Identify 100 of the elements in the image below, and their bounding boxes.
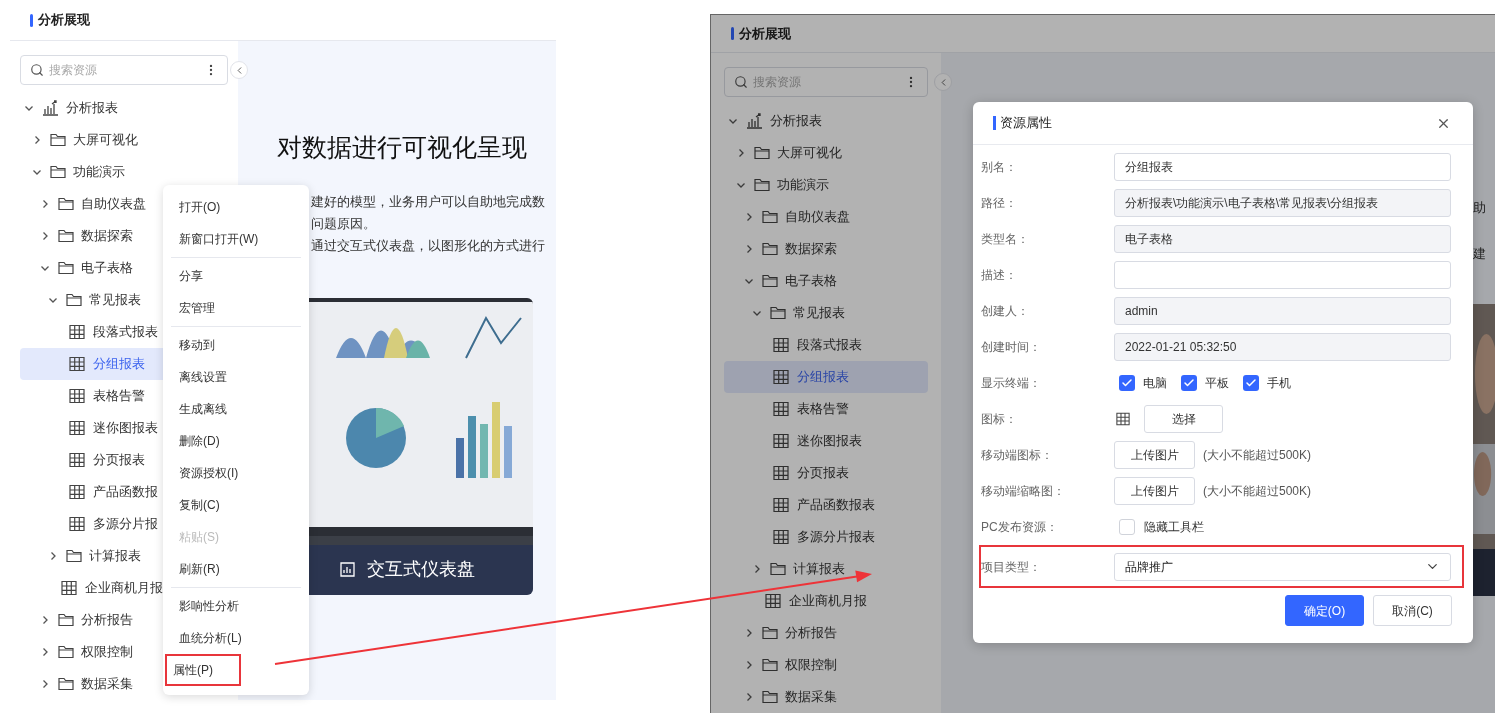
folder-icon [762, 274, 778, 288]
chevron-icon[interactable] [32, 135, 42, 145]
menu-item[interactable]: 血统分析(L) [171, 622, 301, 654]
tree-item[interactable]: 企业商机月报 [724, 585, 928, 617]
folder-icon [58, 677, 74, 691]
folder-icon [58, 645, 74, 659]
table-icon [69, 452, 85, 468]
folder-icon [762, 242, 778, 256]
chevron-icon[interactable] [32, 167, 42, 177]
chevron-icon[interactable] [40, 231, 50, 241]
upload-button[interactable]: 上传图片 [1114, 477, 1195, 505]
menu-item[interactable]: 属性(P) [165, 654, 241, 686]
table-icon [69, 484, 85, 500]
table-icon [773, 401, 789, 417]
checkbox[interactable] [1119, 519, 1135, 535]
tree-item[interactable]: 分析报告 [724, 617, 928, 649]
chevron-icon[interactable] [744, 692, 754, 702]
tree-item[interactable]: 权限控制 [724, 649, 928, 681]
dialog-button[interactable]: 取消(C) [1373, 595, 1452, 626]
tree-item[interactable]: 分析报表 [20, 92, 228, 124]
tree-item[interactable]: 大屏可视化 [724, 137, 928, 169]
chevron-icon[interactable] [40, 263, 50, 273]
chevron-icon[interactable] [744, 276, 754, 286]
size-hint: (大小不能超过500K) [1203, 483, 1312, 500]
menu-item[interactable]: 分享 [171, 260, 301, 292]
tree-item[interactable]: 迷你图报表 [724, 425, 928, 457]
table-icon [765, 593, 781, 609]
table-icon [69, 420, 85, 436]
select-field[interactable]: 品牌推广 [1114, 552, 1451, 581]
folder-icon [762, 658, 778, 672]
chevron-icon[interactable] [744, 212, 754, 222]
tree-item[interactable]: 计算报表 [724, 553, 928, 585]
table-icon [773, 337, 789, 353]
chevron-icon[interactable] [40, 647, 50, 657]
tree-item[interactable]: 自助仪表盘 [724, 201, 928, 233]
tree-item[interactable]: 功能演示 [20, 156, 228, 188]
field-label: 创建时间： [981, 339, 1042, 356]
field-label: 别名： [981, 159, 1018, 176]
tree-item[interactable]: 分页报表 [724, 457, 928, 489]
chart-icon [340, 562, 355, 577]
card-caption: 交互式仪表盘 [367, 558, 475, 581]
search-icon [30, 63, 44, 77]
folder-icon [66, 549, 82, 563]
chevron-icon[interactable] [736, 148, 746, 158]
chevron-icon[interactable] [744, 660, 754, 670]
chevron-icon[interactable] [752, 308, 762, 318]
upload-button[interactable]: 上传图片 [1114, 441, 1195, 469]
folder-icon [58, 613, 74, 627]
tree-item[interactable]: 分析报表 [724, 105, 928, 137]
table-icon [61, 580, 77, 596]
search-icon [734, 75, 748, 89]
size-hint: (大小不能超过500K) [1203, 447, 1312, 464]
checkbox[interactable] [1243, 375, 1259, 391]
tree-item[interactable]: 大屏可视化 [20, 124, 228, 156]
chevron-icon[interactable] [744, 244, 754, 254]
accent-bar [993, 116, 996, 130]
check-icon [1183, 377, 1195, 389]
field-label: 图标： [981, 411, 1018, 428]
tree-item[interactable]: 多源分片报表 [724, 521, 928, 553]
tree-item[interactable]: 数据探索 [724, 233, 928, 265]
search-input[interactable]: 搜索资源 [49, 61, 204, 79]
text-field[interactable]: 分组报表 [1114, 153, 1451, 181]
tree-item[interactable]: 数据采集 [724, 681, 928, 713]
tree-item[interactable]: 段落式报表 [724, 329, 928, 361]
chevron-icon[interactable] [48, 295, 58, 305]
folder-icon [58, 229, 74, 243]
chevron-icon[interactable] [40, 199, 50, 209]
dialog-button[interactable]: 确定(O) [1285, 595, 1364, 626]
chevron-icon[interactable] [752, 564, 762, 574]
dialog-title: 资源属性 [1000, 114, 1052, 133]
table-icon [69, 388, 85, 404]
tree-item[interactable]: 功能演示 [724, 169, 928, 201]
choose-button[interactable]: 选择 [1144, 405, 1223, 433]
chevron-icon[interactable] [24, 103, 34, 113]
chevron-icon[interactable] [744, 628, 754, 638]
chevron-icon[interactable] [736, 180, 746, 190]
menu-item[interactable]: 打开(O) [171, 191, 301, 223]
tree-item[interactable]: 电子表格 [724, 265, 928, 297]
chevron-icon[interactable] [48, 551, 58, 561]
description-line: 问题原因。 [311, 215, 377, 233]
text-field[interactable] [1114, 261, 1451, 289]
tree-item[interactable]: 产品函数报表 [724, 489, 928, 521]
folder-icon [50, 165, 66, 179]
accent-bar [30, 13, 33, 27]
folder-icon [762, 626, 778, 640]
folder-icon [58, 197, 74, 211]
menu-item[interactable]: 新窗口打开(W) [171, 223, 301, 255]
tree-item[interactable]: 表格告警 [724, 393, 928, 425]
chevron-icon[interactable] [40, 615, 50, 625]
check-icon [1121, 377, 1133, 389]
folder-icon [50, 133, 66, 147]
search-field[interactable]: 搜索资源 [20, 55, 228, 85]
chevron-icon[interactable] [40, 679, 50, 689]
folder-icon [762, 690, 778, 704]
checkbox[interactable] [1119, 375, 1135, 391]
checkbox[interactable] [1181, 375, 1197, 391]
folder-icon [770, 562, 786, 576]
chevron-icon[interactable] [728, 116, 738, 126]
feature-card[interactable]: 交互式仪表盘 [296, 297, 533, 595]
tree-item[interactable]: 常见报表 [724, 297, 928, 329]
